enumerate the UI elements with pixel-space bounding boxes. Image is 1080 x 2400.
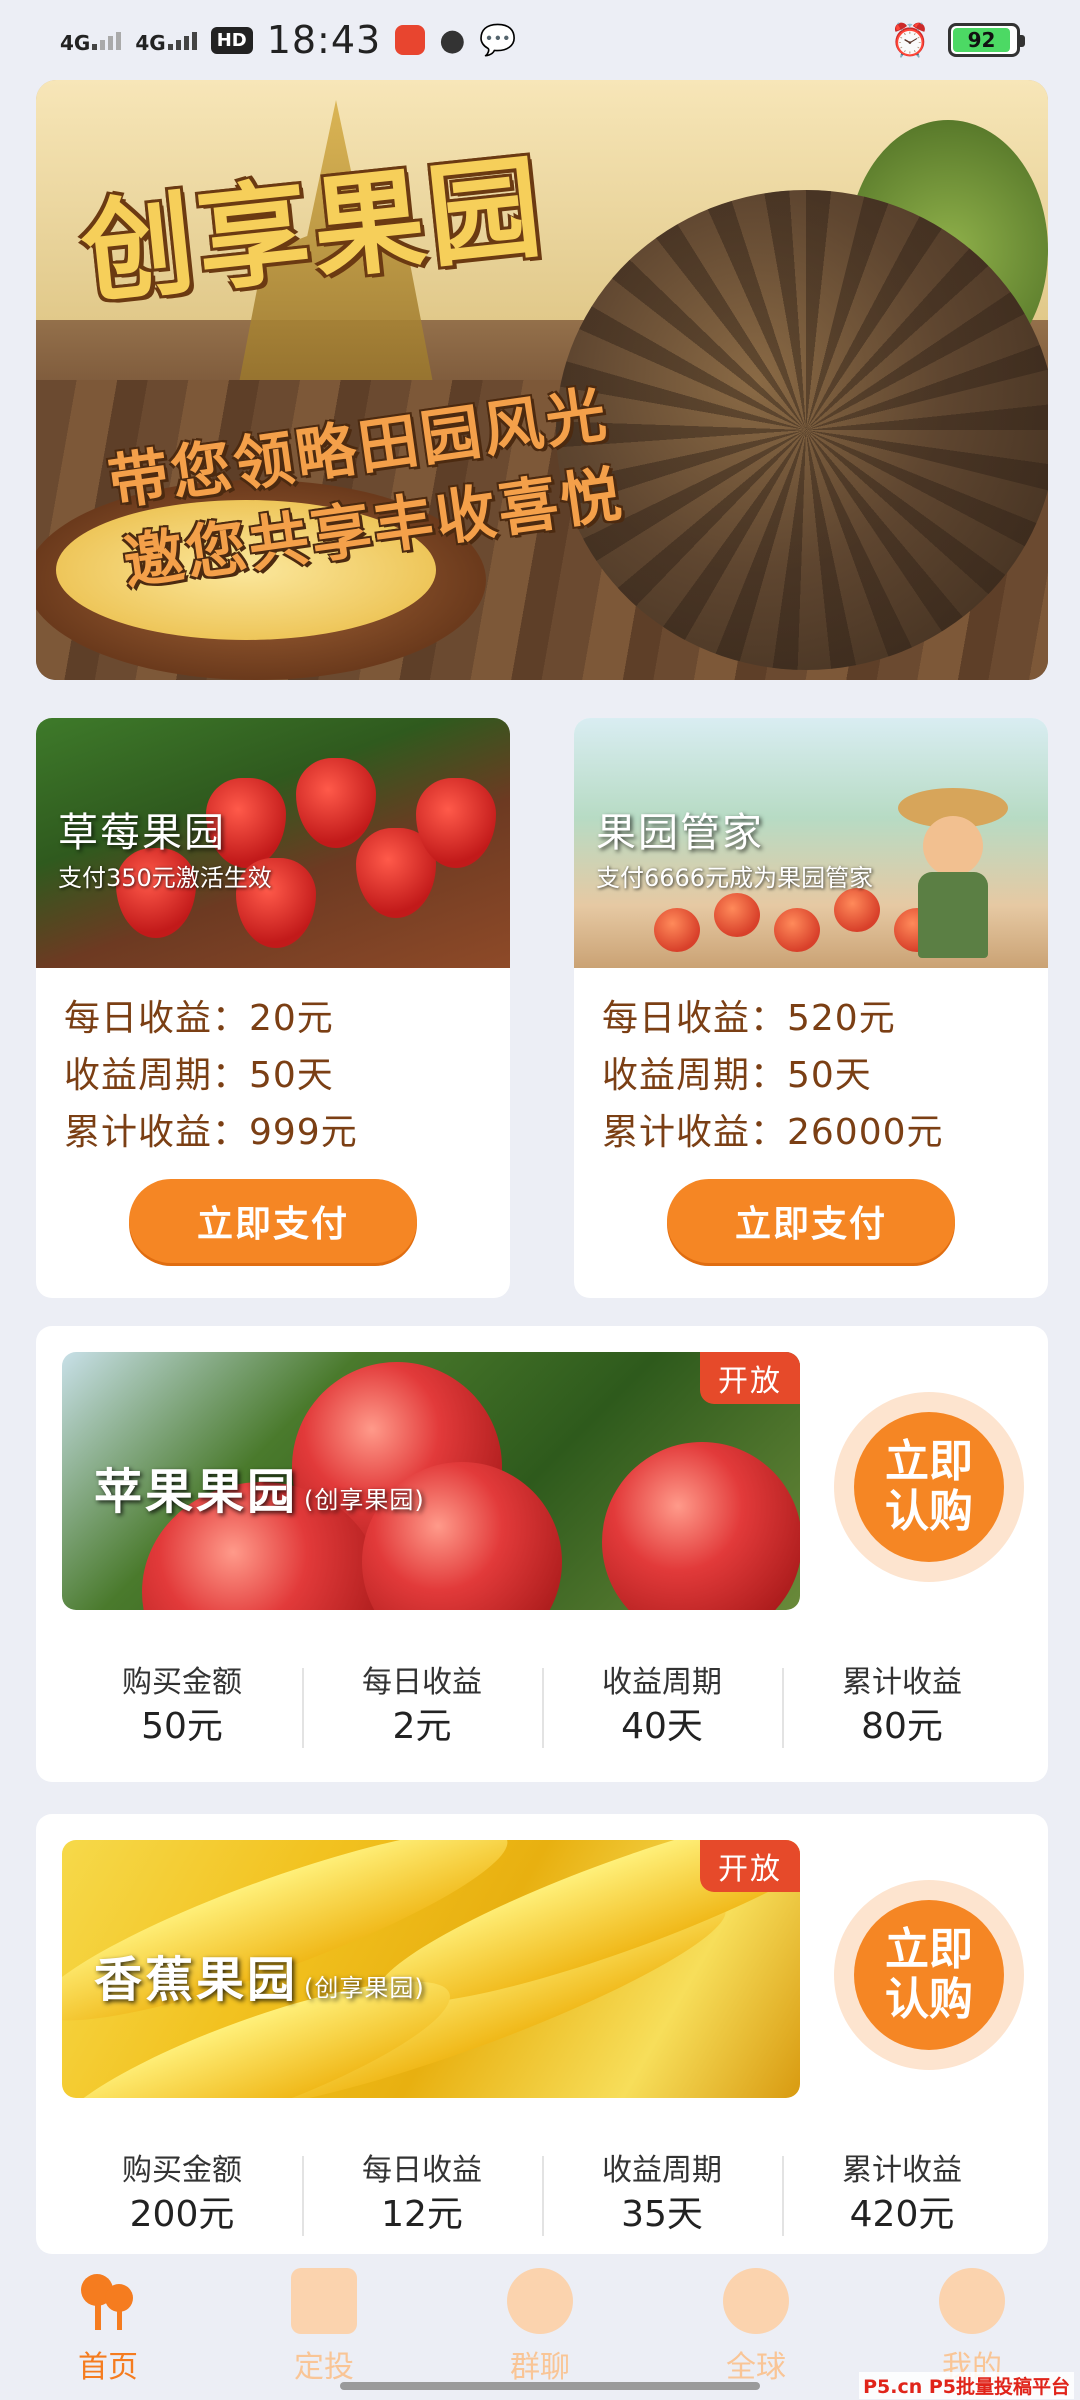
- subscribe-label: 立即认购: [854, 1900, 1004, 2050]
- subscribe-now-button[interactable]: 立即认购: [834, 1392, 1024, 1582]
- product-card-apple: 开放 苹果果园 (创享果园) 立即认购 购买金额 50元 每日收益 2元 收益周期 40…: [36, 1326, 1048, 1782]
- pay-now-button[interactable]: 立即支付: [129, 1179, 417, 1263]
- stat-total-income: 累计收益 420元: [782, 2150, 1022, 2240]
- durian-image: [556, 190, 1048, 670]
- farmer-illustration: [898, 788, 1008, 958]
- stat-income-period: 收益周期 35天: [542, 2150, 782, 2240]
- open-status-badge: 开放: [700, 1840, 800, 1892]
- orchard-manager-image: 果园管家 支付6666元成为果园管家: [574, 718, 1048, 968]
- watermark: P5.cn P5批量投稿平台: [859, 2372, 1074, 2399]
- clock: 18:43: [266, 18, 382, 62]
- income-period: 收益周期：50天: [602, 1055, 872, 1096]
- tree-icon: [75, 2268, 141, 2334]
- home-indicator[interactable]: [340, 2382, 760, 2390]
- apple-orchard-image[interactable]: 开放 苹果果园 (创享果园): [62, 1352, 800, 1610]
- chat-notification-icon: 💬: [479, 22, 517, 58]
- pay-now-button[interactable]: 立即支付: [667, 1179, 955, 1263]
- stat-total-income: 累计收益 80元: [782, 1662, 1022, 1752]
- featured-card-orchard-manager: 果园管家 支付6666元成为果园管家 每日收益：520元 收益周期：50天 累计…: [574, 718, 1048, 1298]
- product-subtitle: (创享果园): [304, 1974, 425, 2002]
- stat-daily-income: 每日收益 2元: [302, 1662, 542, 1752]
- signal-4g-2: 4G: [135, 28, 197, 53]
- card-title: 果园管家: [596, 810, 764, 856]
- signal-4g-1: 4G: [60, 28, 122, 53]
- card-description: 支付350元激活生效: [58, 864, 272, 892]
- strawberry-image: 草莓果园 支付350元激活生效: [36, 718, 510, 968]
- status-right: ⏰ 92: [890, 21, 1025, 59]
- card-title: 草莓果园: [58, 810, 226, 856]
- chat-icon: [507, 2268, 573, 2334]
- income-period: 收益周期：50天: [64, 1055, 334, 1096]
- qq-icon: ●: [439, 22, 466, 58]
- calendar-icon: [291, 2268, 357, 2334]
- product-name: 香蕉果园 (创享果园): [94, 1952, 425, 2008]
- subscribe-now-button[interactable]: 立即认购: [834, 1880, 1024, 2070]
- hero-banner[interactable]: 创享果园 带您领略田园风光 邀您共享丰收喜悦: [36, 80, 1048, 680]
- stat-income-period: 收益周期 40天: [542, 1662, 782, 1752]
- battery-level: 92: [953, 28, 1011, 52]
- nav-group-chat[interactable]: 群聊: [470, 2268, 610, 2400]
- product-subtitle: (创享果园): [304, 1486, 425, 1514]
- open-status-badge: 开放: [700, 1352, 800, 1404]
- total-income: 累计收益：26000元: [602, 1112, 944, 1153]
- product-card-banana: 开放 香蕉果园 (创享果园) 立即认购 购买金额 200元 每日收益 12元 收益周期…: [36, 1814, 1048, 2254]
- battery-icon: 92: [948, 23, 1025, 57]
- signal-bars-icon: [92, 28, 122, 50]
- nav-label: 定投: [294, 2350, 354, 2385]
- stat-purchase-amount: 购买金额 50元: [122, 1665, 242, 1747]
- card-body: 每日收益：20元 收益周期：50天 累计收益：999元 立即支付: [36, 968, 510, 1263]
- product-name: 苹果果园 (创享果园): [94, 1464, 425, 1520]
- banana-orchard-image[interactable]: 开放 香蕉果园 (创享果园): [62, 1840, 800, 2098]
- product-stats: 购买金额 200元 每日收益 12元 收益周期 35天 累计收益 420元: [62, 2150, 1022, 2240]
- status-left: 4G 4G HD 18:43 ● 💬: [60, 18, 517, 62]
- user-icon: [939, 2268, 1005, 2334]
- status-bar: 4G 4G HD 18:43 ● 💬 ⏰ 92: [0, 0, 1080, 80]
- alarm-icon: ⏰: [890, 21, 930, 59]
- signal-bars-icon: [167, 28, 197, 50]
- globe-icon: [723, 2268, 789, 2334]
- stat-purchase-amount: 购买金额 200元: [122, 2153, 242, 2235]
- stat-daily-income: 每日收益 12元: [302, 2150, 542, 2240]
- nav-label: 全球: [726, 2350, 786, 2385]
- nav-home[interactable]: 首页: [38, 2268, 178, 2400]
- hd-icon: HD: [210, 26, 253, 54]
- nav-label: 首页: [78, 2350, 138, 2385]
- featured-card-strawberry: 草莓果园 支付350元激活生效 每日收益：20元 收益周期：50天 累计收益：9…: [36, 718, 510, 1298]
- daily-income: 每日收益：520元: [602, 998, 896, 1039]
- total-income: 累计收益：999元: [64, 1112, 358, 1153]
- nav-invest[interactable]: 定投: [254, 2268, 394, 2400]
- product-stats: 购买金额 50元 每日收益 2元 收益周期 40天 累计收益 80元: [62, 1662, 1022, 1752]
- card-body: 每日收益：520元 收益周期：50天 累计收益：26000元 立即支付: [574, 968, 1048, 1263]
- card-description: 支付6666元成为果园管家: [596, 864, 874, 892]
- nav-global[interactable]: 全球: [686, 2268, 826, 2400]
- nav-label: 群聊: [510, 2350, 570, 2385]
- daily-income: 每日收益：20元: [64, 998, 334, 1039]
- app-notification-icon: [395, 25, 426, 55]
- subscribe-label: 立即认购: [854, 1412, 1004, 1562]
